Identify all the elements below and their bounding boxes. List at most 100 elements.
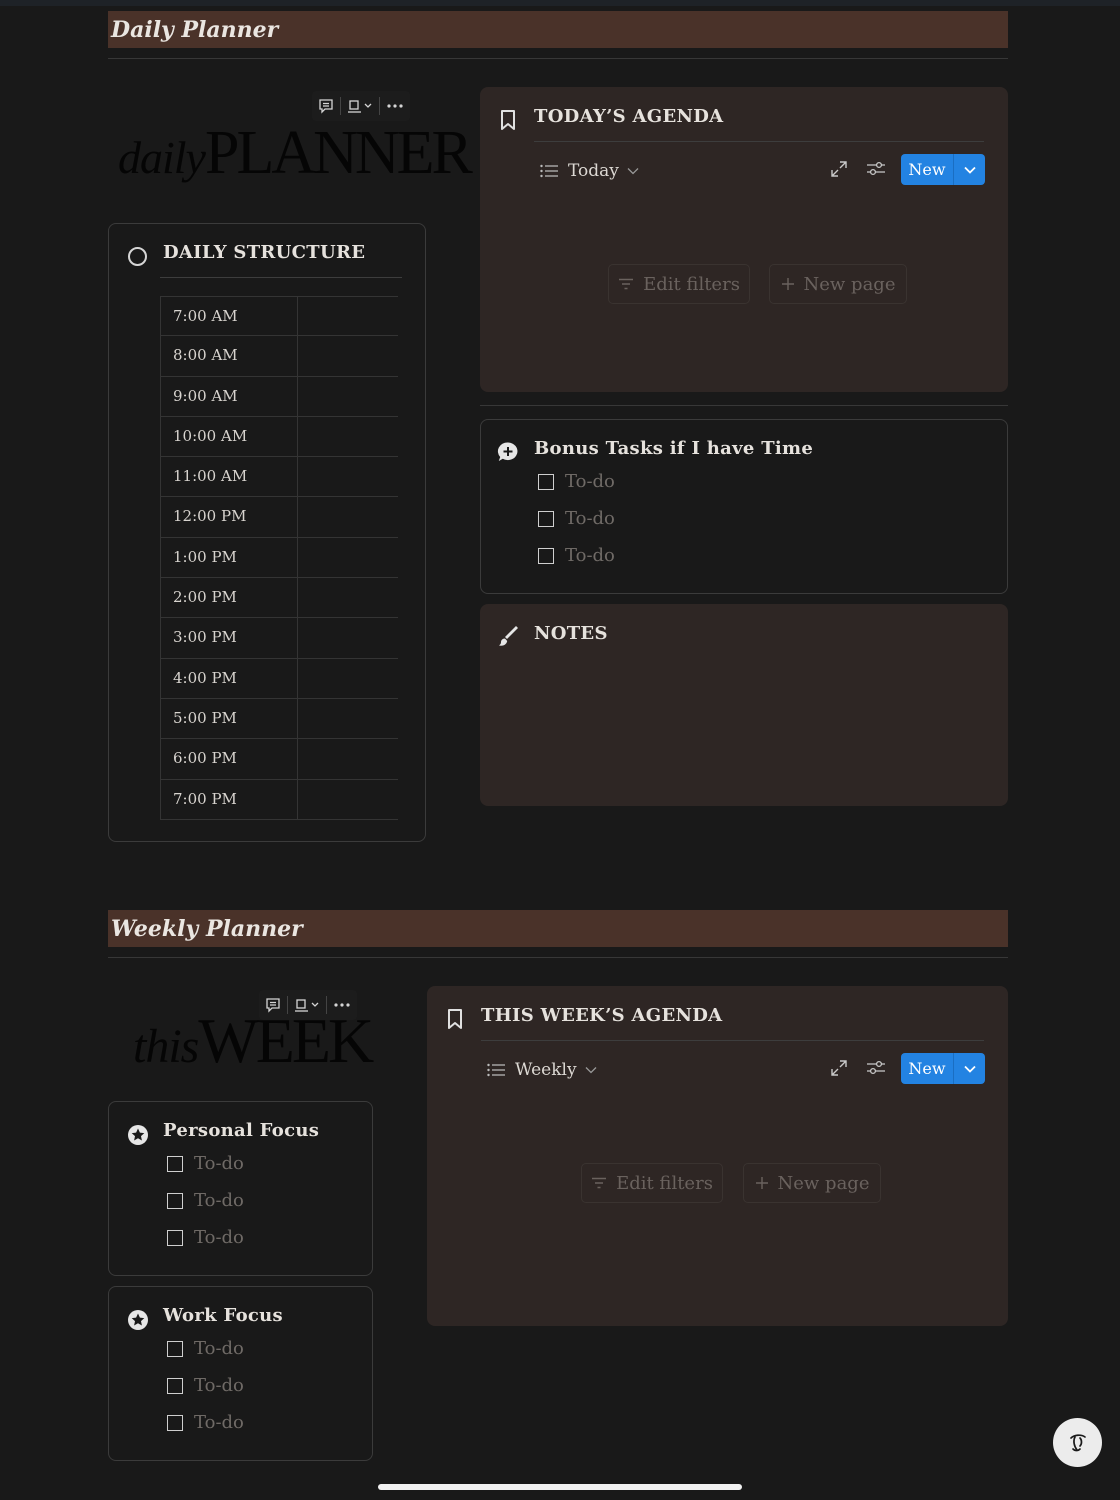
time-cell[interactable]: 7:00 PM	[160, 779, 298, 819]
edit-filters-button[interactable]: Edit filters	[581, 1163, 723, 1203]
time-value-cell[interactable]	[298, 457, 398, 496]
time-cell[interactable]: 2:00 PM	[160, 578, 298, 618]
time-cell[interactable]: 4:00 PM	[160, 658, 298, 698]
today-view-selector[interactable]: Today	[540, 161, 639, 181]
notes-title: NOTES	[534, 623, 608, 644]
circle-icon	[127, 246, 148, 271]
logo-script-text: daily	[118, 132, 206, 183]
checkbox[interactable]	[538, 547, 554, 564]
image-toolbar	[312, 91, 410, 121]
checkbox[interactable]	[167, 1192, 183, 1209]
bonus-tasks-title: Bonus Tasks if I have Time	[534, 438, 814, 459]
todo-label: To-do	[194, 1190, 244, 1211]
bookmark-icon	[499, 109, 517, 135]
settings-sliders-icon[interactable]	[866, 160, 886, 178]
checkbox[interactable]	[167, 1414, 183, 1431]
checkbox[interactable]	[167, 1377, 183, 1394]
todo-label: To-do	[565, 471, 615, 492]
checkbox[interactable]	[167, 1229, 183, 1246]
todo-item[interactable]: To-do	[167, 1375, 244, 1396]
time-cell[interactable]: 9:00 AM	[160, 376, 298, 416]
time-value-cell[interactable]	[298, 659, 398, 698]
edit-filters-label: Edit filters	[616, 1172, 713, 1194]
divider	[108, 58, 1008, 59]
time-value-cell[interactable]	[298, 538, 398, 577]
time-cell[interactable]: 1:00 PM	[160, 537, 298, 578]
time-value-cell[interactable]	[298, 699, 398, 738]
time-value-cell[interactable]	[298, 417, 398, 456]
checkbox[interactable]	[538, 510, 554, 527]
help-button[interactable]	[1053, 1418, 1102, 1467]
time-value-cell[interactable]	[298, 578, 398, 617]
new-button[interactable]: New	[901, 1053, 985, 1084]
edit-filters-button[interactable]: Edit filters	[608, 264, 750, 304]
checkbox[interactable]	[167, 1155, 183, 1172]
expand-icon[interactable]	[830, 160, 848, 178]
home-indicator[interactable]	[378, 1484, 742, 1490]
weekly-planner-header: Weekly Planner	[108, 910, 1008, 947]
time-row: 6:00 PM	[160, 739, 398, 780]
todo-item[interactable]: To-do	[167, 1338, 244, 1359]
time-cell[interactable]: 8:00 AM	[160, 336, 298, 376]
this-weeks-agenda-card	[427, 986, 1008, 1326]
list-icon	[540, 164, 558, 178]
new-page-label: New page	[803, 273, 896, 295]
todays-agenda-title: TODAY’S AGENDA	[534, 106, 724, 127]
todo-item[interactable]: To-do	[167, 1412, 244, 1433]
more-options-icon[interactable]	[380, 91, 410, 121]
new-button[interactable]: New	[901, 154, 985, 185]
todo-item[interactable]: To-do	[538, 471, 615, 492]
time-cell[interactable]: 12:00 PM	[160, 497, 298, 537]
todo-item[interactable]: To-do	[167, 1190, 244, 1211]
new-page-button[interactable]: New page	[743, 1163, 881, 1203]
time-cell[interactable]: 7:00 AM	[160, 297, 298, 336]
work-focus-title: Work Focus	[163, 1305, 283, 1326]
chevron-down-icon[interactable]	[954, 166, 985, 174]
align-icon[interactable]	[288, 990, 326, 1020]
comment-icon[interactable]	[312, 91, 340, 121]
time-cell[interactable]: 10:00 AM	[160, 416, 298, 457]
top-edge	[0, 0, 1120, 6]
chevron-down-icon[interactable]	[954, 1065, 985, 1073]
todo-item[interactable]: To-do	[167, 1227, 244, 1248]
db-tools	[830, 1059, 886, 1077]
todo-item[interactable]: To-do	[167, 1153, 244, 1174]
todo-label: To-do	[194, 1153, 244, 1174]
time-value-cell[interactable]	[298, 780, 398, 819]
align-icon[interactable]	[341, 91, 379, 121]
time-row: 2:00 PM	[160, 578, 398, 619]
more-options-icon[interactable]	[327, 990, 357, 1020]
title-underline	[481, 1040, 984, 1041]
time-row: 8:00 AM	[160, 336, 398, 377]
time-value-cell[interactable]	[298, 497, 398, 536]
time-cell[interactable]: 11:00 AM	[160, 457, 298, 497]
time-cell[interactable]: 3:00 PM	[160, 618, 298, 658]
time-value-cell[interactable]	[298, 739, 398, 778]
comment-icon[interactable]	[259, 990, 287, 1020]
new-page-button[interactable]: New page	[769, 264, 907, 304]
weekly-view-selector[interactable]: Weekly	[487, 1060, 597, 1080]
chat-plus-icon	[497, 441, 519, 467]
todo-item[interactable]: To-do	[538, 545, 615, 566]
todo-label: To-do	[565, 508, 615, 529]
weekly-planner-title: Weekly Planner	[111, 915, 303, 942]
time-value-cell[interactable]	[298, 336, 398, 375]
time-cell[interactable]: 5:00 PM	[160, 698, 298, 739]
time-value-cell[interactable]	[298, 377, 398, 416]
checkbox[interactable]	[538, 473, 554, 490]
settings-sliders-icon[interactable]	[866, 1059, 886, 1077]
todo-item[interactable]: To-do	[538, 508, 615, 529]
todo-label: To-do	[194, 1375, 244, 1396]
time-value-cell[interactable]	[298, 618, 398, 657]
time-row: 1:00 PM	[160, 537, 398, 579]
checkbox[interactable]	[167, 1340, 183, 1357]
time-value-cell[interactable]	[298, 297, 398, 335]
daily-structure-title: DAILY STRUCTURE	[163, 242, 366, 263]
star-icon	[127, 1124, 149, 1150]
daily-planner-header: Daily Planner	[108, 11, 1008, 48]
notion-ai-face-icon	[1064, 1429, 1092, 1457]
time-row: 9:00 AM	[160, 376, 398, 417]
expand-icon[interactable]	[830, 1059, 848, 1077]
time-row: 12:00 PM	[160, 497, 398, 538]
time-cell[interactable]: 6:00 PM	[160, 739, 298, 779]
